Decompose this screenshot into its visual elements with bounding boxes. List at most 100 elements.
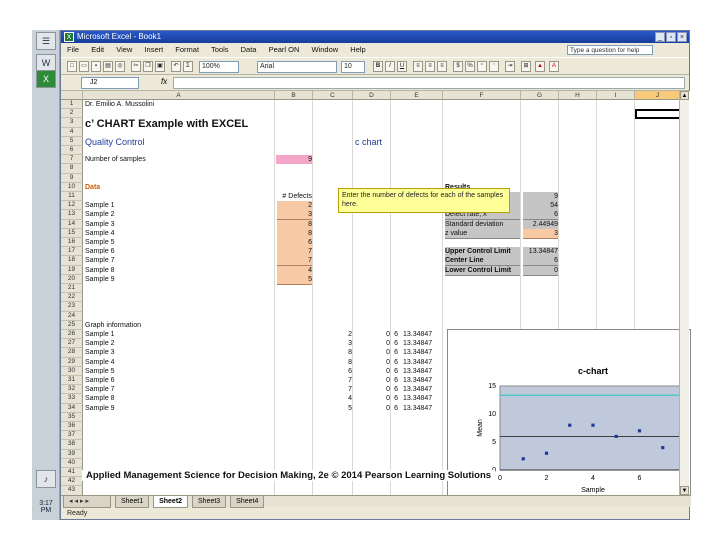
currency-icon[interactable]: $ xyxy=(453,61,463,72)
row-header[interactable]: 38 xyxy=(61,440,83,450)
row-header[interactable]: 34 xyxy=(61,403,83,413)
row-header[interactable]: 1 xyxy=(61,100,83,110)
underline-icon[interactable]: U xyxy=(397,61,407,72)
row-header[interactable]: 33 xyxy=(61,394,83,404)
row-header[interactable]: 43 xyxy=(61,486,83,495)
font-select[interactable]: Arial xyxy=(257,61,337,73)
open-folder-icon[interactable]: ▭ xyxy=(79,61,89,72)
menu-view[interactable]: View xyxy=(116,45,132,54)
column-header-j[interactable]: J xyxy=(635,91,681,100)
column-header-a[interactable]: A xyxy=(83,91,275,100)
fx-icon[interactable]: fx xyxy=(161,77,167,86)
align-center-icon[interactable]: ≡ xyxy=(425,61,435,72)
row-header[interactable]: 36 xyxy=(61,422,83,432)
column-header-i[interactable]: I xyxy=(597,91,635,100)
row-header[interactable]: 6 xyxy=(61,146,83,156)
row-header[interactable]: 8 xyxy=(61,164,83,174)
column-header-d[interactable]: D xyxy=(353,91,391,100)
font-size-select[interactable]: 10 xyxy=(341,61,365,73)
defects-input[interactable]: 5 xyxy=(277,274,312,285)
sheet-nav-icon[interactable]: ◂◂▸▸ xyxy=(63,496,111,508)
row-header[interactable]: 42 xyxy=(61,477,83,487)
zoom-select[interactable]: 100% xyxy=(199,61,239,73)
scroll-up-icon[interactable]: ▲ xyxy=(680,91,689,100)
vertical-scrollbar[interactable]: ▲ ▼ xyxy=(679,91,689,495)
decrease-decimal-icon[interactable]: ⁻ xyxy=(489,61,499,72)
close-button[interactable]: × xyxy=(677,32,687,42)
menu-format[interactable]: Format xyxy=(175,45,199,54)
align-right-icon[interactable]: ≡ xyxy=(437,61,447,72)
row-header[interactable]: 28 xyxy=(61,348,83,358)
borders-icon[interactable]: ⊞ xyxy=(521,61,531,72)
tab-sheet3[interactable]: Sheet3 xyxy=(192,496,227,508)
increase-decimal-icon[interactable]: ⁺ xyxy=(477,61,487,72)
menu-pearl[interactable]: Pearl ON xyxy=(269,45,300,54)
menu-help[interactable]: Help xyxy=(350,45,365,54)
row-header[interactable]: 9 xyxy=(61,173,83,183)
num-samples-input[interactable]: 9 xyxy=(276,155,312,165)
column-header-h[interactable]: H xyxy=(559,91,597,100)
excel-app-icon[interactable]: X xyxy=(36,70,56,88)
row-header[interactable]: 37 xyxy=(61,431,83,441)
copy-icon[interactable]: ❐ xyxy=(143,61,153,72)
row-header[interactable]: 40 xyxy=(61,458,83,468)
minimize-button[interactable]: _ xyxy=(655,32,665,42)
undo-icon[interactable]: ↶ xyxy=(171,61,181,72)
indent-icon[interactable]: ⇥ xyxy=(505,61,515,72)
worksheet-grid[interactable]: A B C D E F G H I J 1 2 3 4 5 6 7 8 9 10 11 12 13 14 15 16 17 18 19 2… xyxy=(61,91,691,495)
print-icon[interactable]: ▤ xyxy=(103,61,113,72)
row-header[interactable]: 22 xyxy=(61,293,83,303)
tab-sheet4[interactable]: Sheet4 xyxy=(230,496,265,508)
row-header[interactable]: 30 xyxy=(61,366,83,376)
menu-insert[interactable]: Insert xyxy=(144,45,163,54)
row-header[interactable]: 32 xyxy=(61,385,83,395)
row-header[interactable]: 26 xyxy=(61,330,83,340)
row-header[interactable]: 19 xyxy=(61,265,83,275)
row-header[interactable]: 15 xyxy=(61,228,83,238)
row-header[interactable]: 20 xyxy=(61,274,83,284)
selected-cell-j2[interactable] xyxy=(635,109,681,120)
row-header[interactable]: 21 xyxy=(61,284,83,294)
row-header[interactable]: 31 xyxy=(61,376,83,386)
bold-icon[interactable]: B xyxy=(373,61,383,72)
menu-tools[interactable]: Tools xyxy=(211,45,229,54)
tab-sheet2[interactable]: Sheet2 xyxy=(153,496,189,508)
cut-icon[interactable]: ✂ xyxy=(131,61,141,72)
row-header[interactable]: 2 xyxy=(61,109,83,119)
new-file-icon[interactable]: □ xyxy=(67,61,77,72)
column-header-f[interactable]: F xyxy=(443,91,521,100)
column-header-e[interactable]: E xyxy=(391,91,443,100)
row-header[interactable]: 13 xyxy=(61,210,83,220)
help-search-input[interactable]: Type a question for help xyxy=(567,45,653,55)
row-header[interactable]: 5 xyxy=(61,136,83,146)
row-header[interactable]: 14 xyxy=(61,219,83,229)
menu-edit[interactable]: Edit xyxy=(91,45,104,54)
row-header[interactable]: 18 xyxy=(61,256,83,266)
row-header[interactable]: 24 xyxy=(61,311,83,321)
column-header-c[interactable]: C xyxy=(313,91,353,100)
row-header[interactable]: 25 xyxy=(61,320,83,330)
column-header-b[interactable]: B xyxy=(275,91,313,100)
column-header-g[interactable]: G xyxy=(521,91,559,100)
menu-data[interactable]: Data xyxy=(241,45,257,54)
preview-icon[interactable]: ◎ xyxy=(115,61,125,72)
save-icon[interactable]: ▪ xyxy=(91,61,101,72)
row-header[interactable]: 10 xyxy=(61,182,83,192)
fill-color-icon[interactable]: ▲ xyxy=(535,61,545,72)
formula-input[interactable] xyxy=(173,77,685,89)
tab-sheet1[interactable]: Sheet1 xyxy=(114,496,150,508)
font-color-icon[interactable]: A xyxy=(549,61,559,72)
scroll-down-icon[interactable]: ▼ xyxy=(680,486,689,495)
tray-icon[interactable]: ♪ xyxy=(36,470,56,488)
row-header[interactable]: 35 xyxy=(61,412,83,422)
menu-file[interactable]: File xyxy=(67,45,79,54)
row-header[interactable]: 39 xyxy=(61,449,83,459)
name-box[interactable]: J2 xyxy=(81,77,139,89)
italic-icon[interactable]: I xyxy=(385,61,395,72)
row-header[interactable]: 16 xyxy=(61,238,83,248)
paste-icon[interactable]: ▣ xyxy=(155,61,165,72)
row-header[interactable]: 7 xyxy=(61,155,83,165)
row-header[interactable]: 41 xyxy=(61,468,83,478)
row-header[interactable]: 27 xyxy=(61,339,83,349)
menu-window[interactable]: Window xyxy=(312,45,339,54)
